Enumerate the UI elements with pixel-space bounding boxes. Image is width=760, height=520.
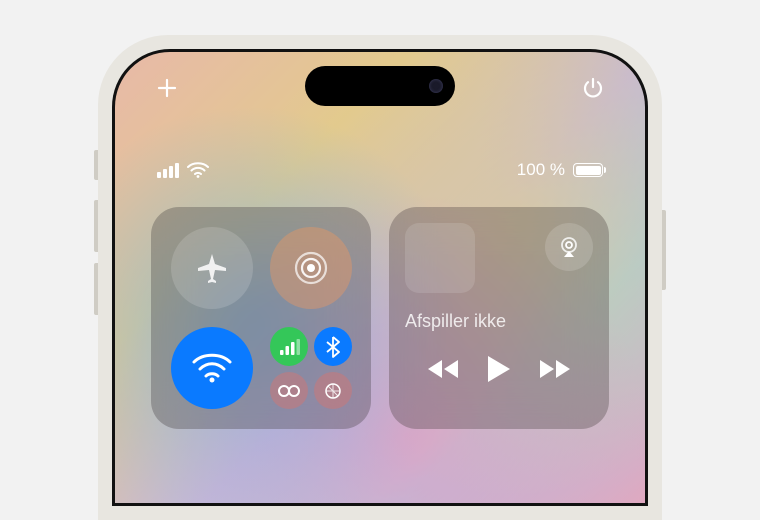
connectivity-tile[interactable]	[151, 207, 371, 429]
power-button[interactable]	[579, 74, 607, 102]
play-button[interactable]	[486, 354, 512, 384]
satellite-toggle[interactable]	[314, 372, 352, 409]
airplay-button[interactable]	[545, 223, 593, 271]
side-button-mute	[94, 150, 98, 180]
media-status-text: Afspiller ikke	[405, 311, 593, 332]
rewind-button[interactable]	[426, 358, 460, 380]
forward-button[interactable]	[538, 358, 572, 380]
add-controls-button[interactable]	[153, 74, 181, 102]
wifi-toggle[interactable]	[171, 327, 253, 409]
wifi-status-icon	[187, 162, 209, 178]
battery-percentage: 100 %	[517, 160, 565, 180]
phone-frame: 100 %	[98, 35, 662, 520]
airdrop-toggle[interactable]	[270, 227, 352, 309]
personal-hotspot-toggle[interactable]	[270, 372, 308, 409]
side-button-power	[662, 210, 666, 290]
status-bar: 100 %	[115, 160, 645, 180]
screen: 100 %	[115, 52, 645, 503]
side-button-volume-down	[94, 263, 98, 315]
cellular-data-toggle[interactable]	[270, 327, 308, 366]
battery-icon	[573, 163, 603, 177]
side-button-volume-up	[94, 200, 98, 252]
album-art-placeholder	[405, 223, 475, 293]
cellular-signal-icon	[157, 163, 179, 178]
media-tile[interactable]: Afspiller ikke	[389, 207, 609, 429]
bluetooth-toggle[interactable]	[314, 327, 352, 366]
airplane-mode-toggle[interactable]	[171, 227, 253, 309]
